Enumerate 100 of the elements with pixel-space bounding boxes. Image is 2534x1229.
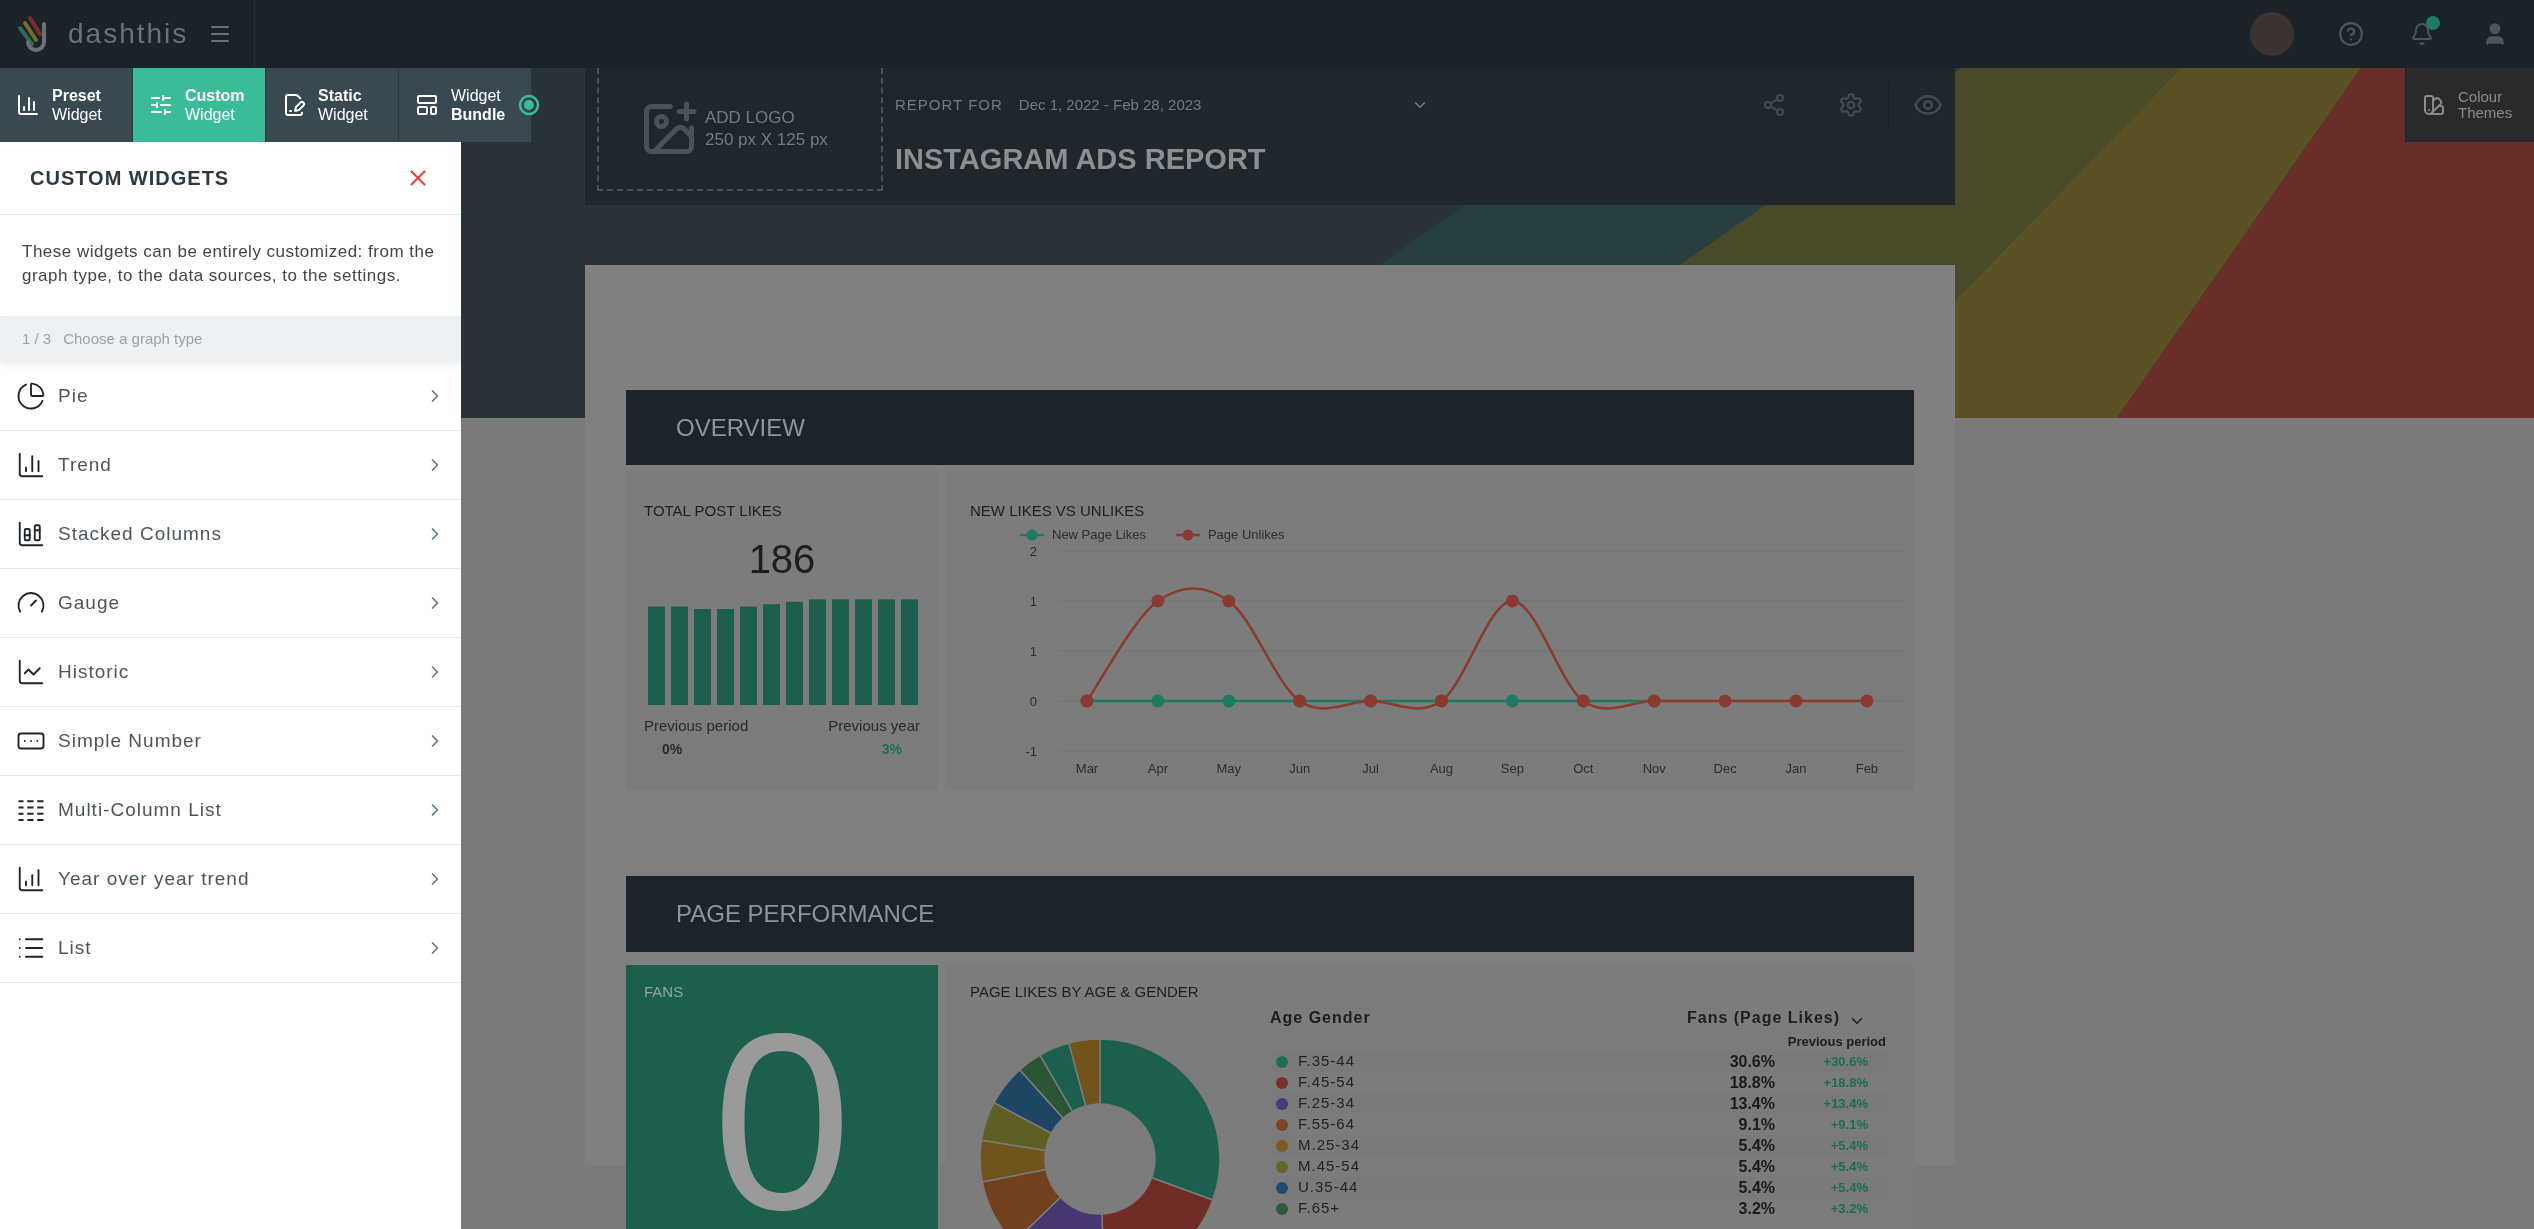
- table-cell-text: 5.4%: [1737, 1156, 1775, 1177]
- data-point: [1222, 594, 1236, 607]
- comparison-value: 3%: [881, 740, 902, 759]
- report-for-label: REPORT FOR: [895, 94, 1003, 115]
- axis-label: -1: [1025, 743, 1037, 759]
- table-cell-text: +5.4%: [1829, 1178, 1869, 1197]
- ring-icon[interactable]: [518, 94, 540, 116]
- table-cell-text: +5.4%: [1829, 1136, 1869, 1155]
- legend-label: New Page Likes: [1052, 525, 1146, 544]
- graph-type-item[interactable]: Trend: [0, 431, 461, 500]
- step-label: Choose a graph type: [63, 328, 203, 349]
- legend-label: Page Unlikes: [1207, 525, 1285, 544]
- table-cell-text: F.55-64: [1298, 1114, 1357, 1135]
- widget-title: PAGE LIKES BY AGE & GENDER: [969, 982, 1200, 1002]
- table-cell-text: 3.2%: [1737, 1198, 1775, 1219]
- table-cell-text: +3.2%: [1829, 1199, 1869, 1218]
- axis-label: Oct: [1573, 760, 1594, 776]
- avatar[interactable]: [2250, 12, 2294, 56]
- step-counter: 1 / 3: [22, 328, 52, 349]
- sliders-icon: [149, 93, 173, 117]
- help-icon[interactable]: [2338, 21, 2364, 47]
- widget-tab[interactable]: Static Widget: [266, 68, 399, 142]
- data-point: [1789, 694, 1803, 707]
- graph-type-item[interactable]: Multi-Column List: [0, 776, 461, 845]
- table-cell-text: U.35-44: [1298, 1177, 1360, 1198]
- report-title: INSTAGRAM ADS REPORT: [895, 142, 1267, 177]
- table-cell-text: +13.4%: [1822, 1094, 1869, 1113]
- axis-label: Jul: [1362, 760, 1379, 776]
- table-cell-text: F.45-54: [1298, 1072, 1357, 1093]
- table-cell-text: +30.6%: [1822, 1052, 1869, 1071]
- table-cell-text: M.45-54: [1298, 1156, 1362, 1177]
- data-point: [1151, 694, 1165, 707]
- legend-marker: [1175, 528, 1200, 541]
- column-header: Previous period: [1787, 1032, 1887, 1051]
- logo-placeholder-text: ADD LOGO: [705, 106, 796, 129]
- table-cell-text: +9.1%: [1829, 1115, 1869, 1134]
- graph-type-item[interactable]: Stacked Columns: [0, 500, 461, 569]
- data-point: [1222, 694, 1236, 707]
- axis-label: Aug: [1429, 760, 1454, 776]
- table-cell-text: M.25-34: [1298, 1135, 1362, 1156]
- section-title: OVERVIEW: [676, 412, 805, 443]
- data-point: [1505, 694, 1519, 707]
- comparison-label: Previous year: [828, 715, 920, 736]
- table-cell-text: F.35-44: [1298, 1051, 1357, 1072]
- widget-title: NEW LIKES VS UNLIKES: [969, 501, 1146, 521]
- graph-type-item[interactable]: Year over year trend: [0, 845, 461, 914]
- metric-value: 186: [747, 535, 817, 583]
- bell-icon[interactable]: [2410, 22, 2434, 46]
- column-header: Age Gender: [1270, 1007, 1372, 1028]
- graph-type-item[interactable]: Pie: [0, 362, 461, 431]
- axis-label: 1: [1029, 593, 1037, 609]
- widget-title: FANS: [644, 982, 684, 1002]
- table-cell-text: 13.4%: [1728, 1093, 1775, 1114]
- axis-label: Dec: [1713, 760, 1737, 776]
- date-range-dropdown[interactable]: Dec 1, 2022 - Feb 28, 2023: [1018, 93, 1429, 117]
- logo-text: dashthis: [68, 17, 189, 51]
- donut-slice: [979, 1139, 1047, 1183]
- bar-chart-icon: [16, 864, 46, 894]
- legend-marker: [1020, 528, 1044, 541]
- panel-description: These widgets can be entirely customized: from the graph type, to the data sources, to the settings.: [21, 241, 436, 287]
- axis-label: 0: [1029, 693, 1037, 709]
- bar-chart-icon: [16, 93, 40, 117]
- widget-tab[interactable]: Preset Widget: [0, 68, 133, 142]
- data-point: [1718, 694, 1732, 707]
- axis-label: 2: [1029, 543, 1037, 559]
- comparison-label: Previous period: [644, 715, 749, 736]
- table-cell-text: +18.8%: [1822, 1073, 1869, 1092]
- stacked-columns-icon: [16, 519, 46, 549]
- table-cell-text: 5.4%: [1737, 1135, 1775, 1156]
- axis-label: Jan: [1785, 760, 1807, 776]
- data-point: [1151, 594, 1165, 607]
- panel-title: CUSTOM WIDGETS: [30, 166, 230, 191]
- widget-title: TOTAL POST LIKES: [644, 501, 783, 521]
- pie-chart-icon: [16, 381, 46, 411]
- swatches-icon: [2422, 93, 2446, 117]
- axis-label: May: [1216, 760, 1242, 776]
- graph-type-item[interactable]: Historic: [0, 638, 461, 707]
- logo-size-text: 250 px X 125 px: [705, 128, 828, 151]
- comparison-value: 0%: [662, 740, 683, 759]
- table-cell-text: 18.8%: [1728, 1072, 1775, 1093]
- settings-icon[interactable]: [1838, 92, 1864, 118]
- widget-tab[interactable]: Widget Bundle: [399, 68, 532, 142]
- table-cell-text: 5.4%: [1737, 1177, 1775, 1198]
- column-header: Fans (Page Likes): [1686, 1007, 1840, 1028]
- table-cell-text: F.65+: [1298, 1198, 1342, 1219]
- share-icon[interactable]: [1762, 93, 1786, 117]
- table-cell-text: 30.6%: [1728, 1051, 1775, 1072]
- axis-label: Nov: [1642, 760, 1666, 776]
- data-point: [1860, 694, 1874, 707]
- layout-icon: [415, 93, 439, 117]
- metric-value: 0: [712, 1027, 852, 1218]
- axis-label: Jun: [1289, 760, 1311, 776]
- colour-themes-button[interactable]: Colour Themes: [2405, 68, 2534, 142]
- table-cell-text: 9.1%: [1737, 1114, 1775, 1135]
- axis-label: 1: [1029, 643, 1037, 659]
- axis-label: Apr: [1147, 760, 1168, 776]
- logo-upload-field[interactable]: ADD LOGO 250 px X 125 px: [597, 68, 883, 191]
- axis-label: Mar: [1075, 760, 1099, 776]
- axis-label: Feb: [1855, 760, 1879, 776]
- axis-label: Sep: [1500, 760, 1524, 776]
